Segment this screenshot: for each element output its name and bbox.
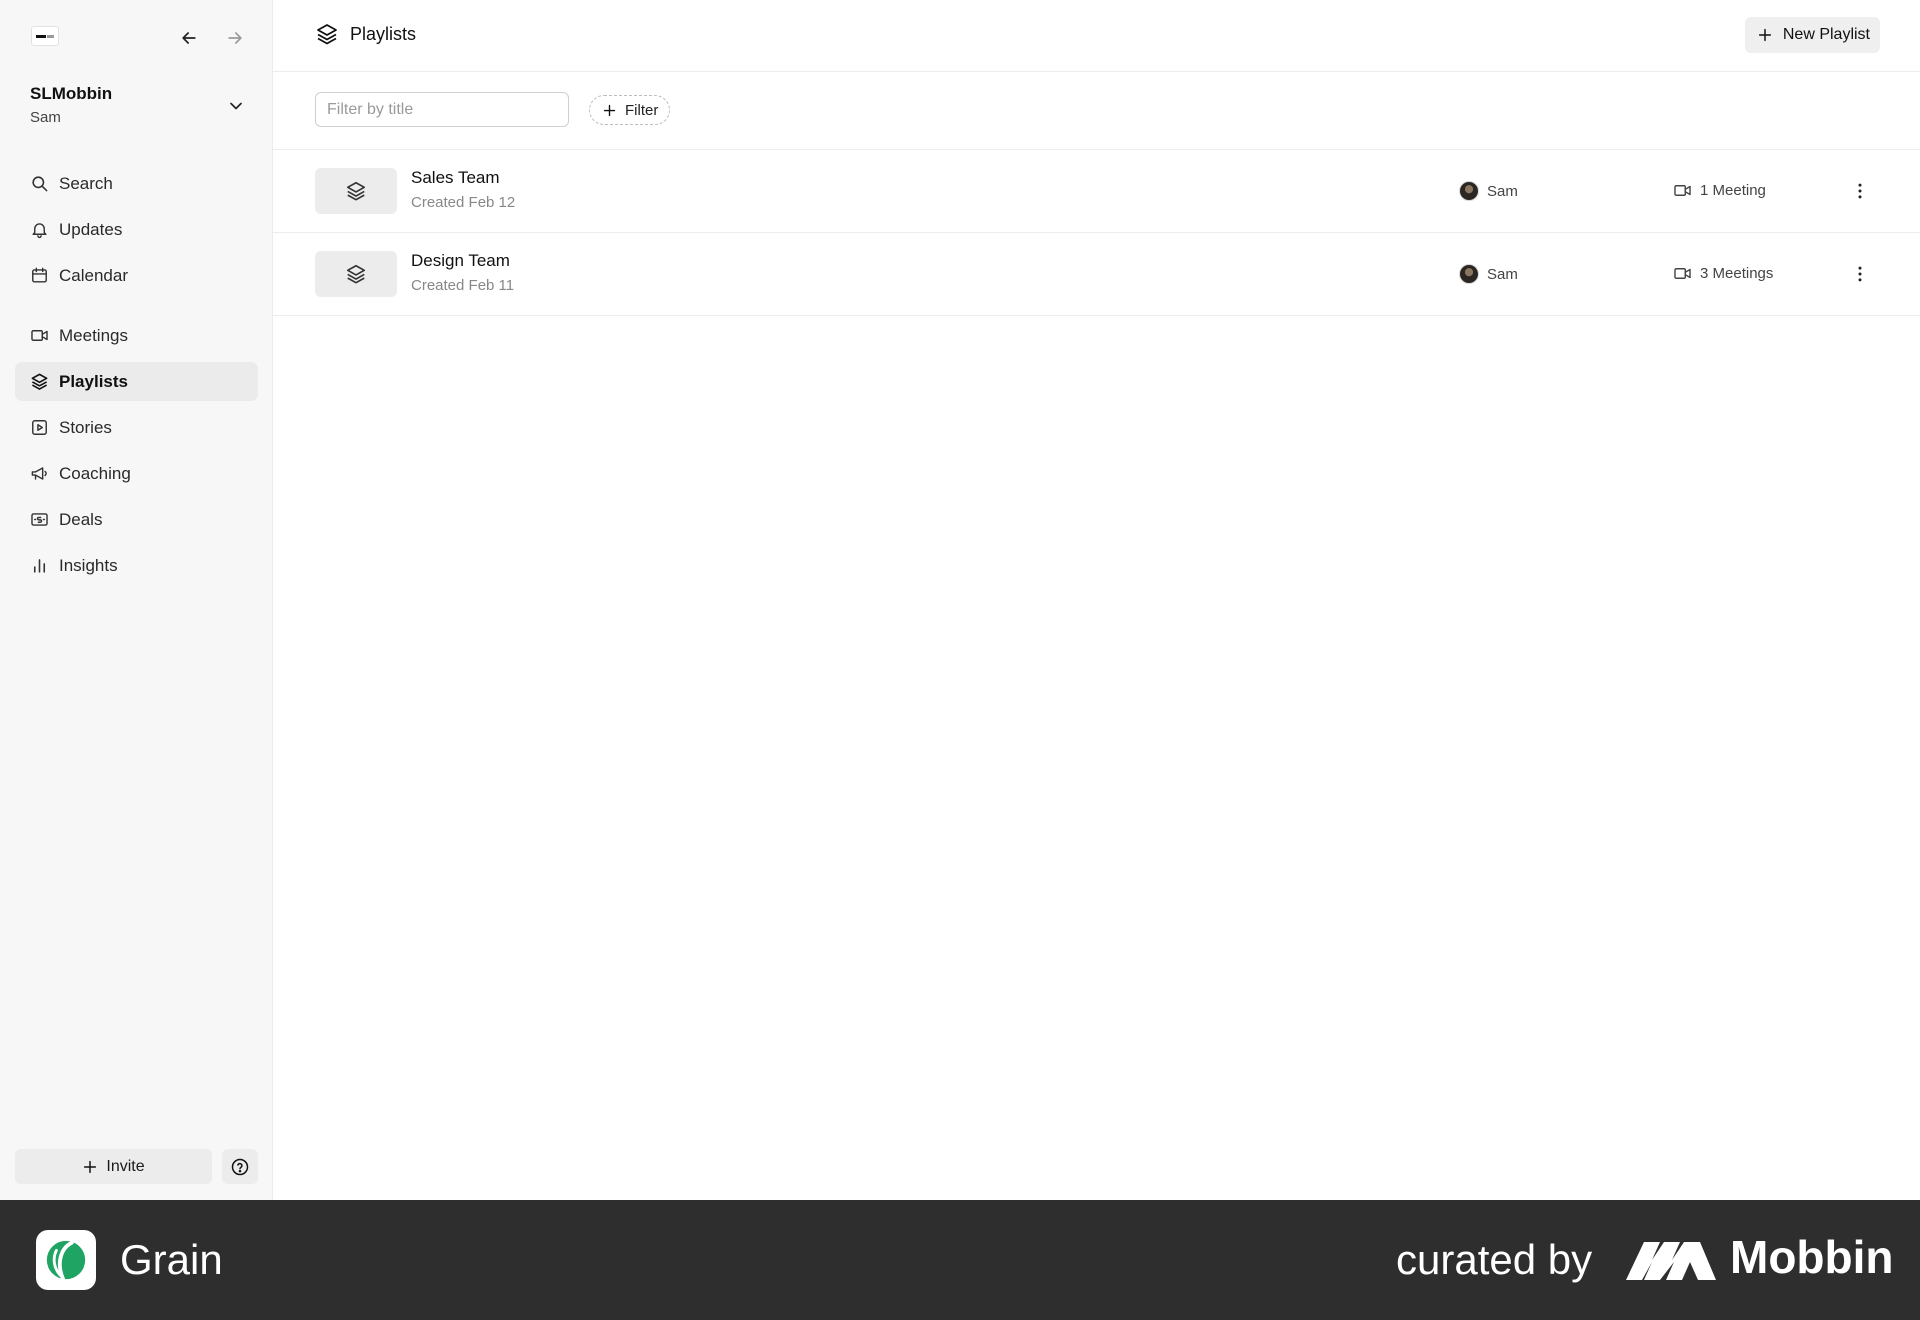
plus-icon [603,104,616,116]
primary-nav: Search Updates Calendar [15,164,258,302]
forward-button[interactable] [221,24,249,52]
table-row[interactable]: Sales Team Created Feb 12 Sam 1 Meeting [273,150,1920,233]
deals-icon [31,513,48,526]
filter-bar: Filter [273,72,1920,150]
curated-by-label: curated by [1396,1236,1593,1283]
help-button[interactable] [222,1149,258,1184]
plus-icon [1758,28,1771,42]
page-header: Playlists New Playlist [273,0,1920,72]
branding-footer: Grain curated by Mobbin [0,1200,1920,1320]
playlist-list: Sales Team Created Feb 12 Sam 1 Meeting [273,150,1920,316]
sidebar-item-search[interactable]: Search [15,164,258,203]
table-row[interactable]: Design Team Created Feb 11 Sam 3 Meeting… [273,233,1920,316]
secondary-nav: Meetings Playlists Stories Coaching Deal… [15,316,258,592]
playlist-owner: Sam [1459,181,1518,201]
arrow-left-icon [182,32,196,44]
playlist-title[interactable]: Sales Team [411,168,500,188]
invite-label: Invite [106,1157,145,1175]
meeting-count-label: 3 Meetings [1700,265,1774,282]
grain-leaf-icon [46,1240,86,1282]
play-square-icon [32,420,47,435]
playlist-created-date: Created Feb 12 [411,194,516,211]
sidebar-item-updates[interactable]: Updates [15,210,258,249]
sidebar-item-deals[interactable]: Deals [15,500,258,539]
filter-title-input[interactable] [315,92,569,127]
calendar-icon [32,267,47,283]
video-icon [31,330,48,341]
row-more-button[interactable] [1848,262,1872,286]
page-title: Playlists [350,23,417,44]
sidebar-item-label: Calendar [59,265,128,285]
workspace-name: SLMobbin [30,84,113,103]
filter-label: Filter [625,101,659,119]
video-icon [1674,268,1691,279]
playlist-created-date: Created Feb 11 [411,277,515,294]
sidebar-item-label: Deals [59,509,103,529]
add-filter-button[interactable]: Filter [589,95,671,125]
sidebar-item-label: Meetings [59,325,128,345]
layers-icon [31,373,48,390]
sidebar-item-coaching[interactable]: Coaching [15,454,258,493]
more-vertical-icon [1858,266,1862,282]
back-button[interactable] [175,24,203,52]
sidebar-top [0,0,272,72]
page-title-group: Playlists [315,22,416,46]
curator-name: Mobbin [1730,1231,1894,1283]
playlist-thumbnail [315,251,397,297]
bar-chart-icon [33,559,46,573]
sidebar-item-label: Insights [59,555,118,575]
layers-icon [346,264,366,284]
playlist-owner: Sam [1459,264,1518,284]
video-icon [1674,185,1691,196]
app-logo-icon[interactable] [31,26,59,46]
sidebar-item-meetings[interactable]: Meetings [15,316,258,355]
chevron-down-icon [230,102,242,110]
row-more-button[interactable] [1848,179,1872,203]
workspace-switcher[interactable]: SLMobbin Sam [30,84,250,128]
app-window: SLMobbin Sam Search Updates Calendar Mee… [0,0,1920,1200]
arrow-right-icon [228,32,242,44]
sidebar-item-insights[interactable]: Insights [15,546,258,585]
playlist-thumbnail [315,168,397,214]
bell-icon [32,223,47,239]
more-vertical-icon [1858,183,1862,199]
sidebar-item-calendar[interactable]: Calendar [15,256,258,295]
sidebar-item-label: Stories [59,417,112,437]
grain-logo-icon [36,1230,96,1290]
owner-name: Sam [1487,265,1518,283]
search-icon [32,176,48,192]
sidebar: SLMobbin Sam Search Updates Calendar Mee… [0,0,273,1200]
main-content: Playlists New Playlist Filter Sales Team… [273,0,1920,1200]
brand-name: Grain [120,1236,223,1283]
avatar [1459,181,1479,201]
sidebar-item-label: Search [59,173,113,193]
layers-icon [317,24,337,45]
sidebar-item-label: Coaching [59,463,131,483]
help-icon [231,1158,249,1175]
sidebar-item-label: Playlists [59,371,128,391]
avatar [1459,264,1479,284]
meeting-count: 3 Meetings [1673,264,1773,283]
playlist-title[interactable]: Design Team [411,251,510,271]
meeting-count-label: 1 Meeting [1700,182,1766,199]
meeting-count: 1 Meeting [1673,181,1766,200]
sidebar-item-stories[interactable]: Stories [15,408,258,447]
owner-name: Sam [1487,182,1518,200]
mobbin-logo-icon [1626,1242,1716,1280]
sidebar-item-playlists[interactable]: Playlists [15,362,258,401]
megaphone-icon [31,467,47,480]
new-playlist-button[interactable]: New Playlist [1744,17,1880,53]
workspace-user: Sam [30,109,61,126]
new-playlist-label: New Playlist [1782,26,1870,43]
sidebar-item-label: Updates [59,219,123,239]
invite-button[interactable]: Invite [15,1149,212,1184]
layers-icon [346,181,366,201]
plus-icon [84,1160,97,1173]
